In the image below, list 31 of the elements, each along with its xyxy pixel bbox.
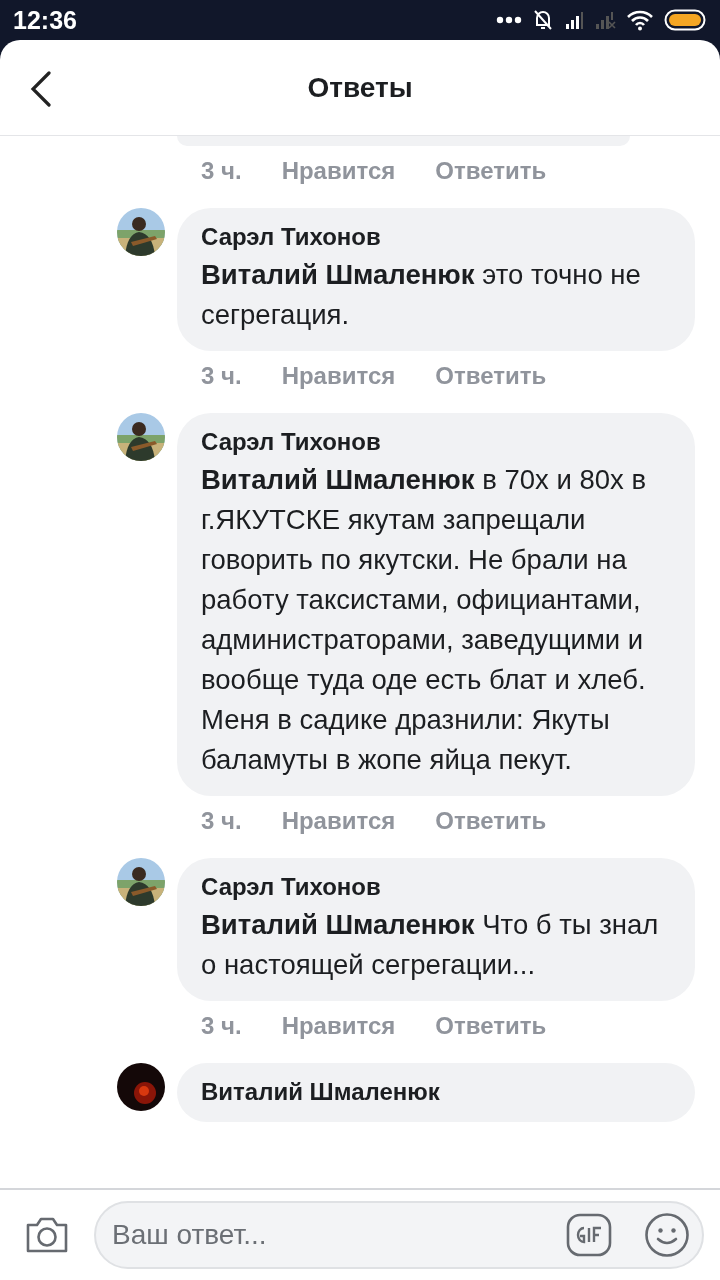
comment-time: 3 ч. [201,807,242,835]
more-icon [496,16,522,24]
emoji-icon[interactable] [644,1212,690,1258]
gif-icon[interactable] [566,1213,612,1257]
comment-author[interactable]: Виталий Шмаленюк [201,1078,671,1106]
comment-text: Виталий Шмаленюк это точно не сегрегация. [201,258,642,332]
comment-author[interactable]: Сарэл Тихонов [201,873,671,901]
comment-time: 3 ч. [201,1012,242,1040]
reply-link[interactable]: Ответить [435,1012,547,1040]
comment-author[interactable]: Сарэл Тихонов [201,428,671,456]
like-link[interactable]: Нравится [281,362,396,390]
comment-text: Виталий Шмаленюк в 70х и 80х в г.ЯКУТСКЕ якутам запрещали говорить по якутски. Не брали на работу таксистами, официантами, администраторами, заведущими и вообще туда оде есть блат и хлеб. Меня в садике дразнили: Якуты баламуты в жопе яйца пекут. [201,463,648,777]
comment-author[interactable]: Сарэл Тихонов [201,223,671,251]
like-link[interactable]: Нравится [281,157,396,185]
comment-time: 3 ч. [201,362,242,390]
no-signal-icon [594,10,616,30]
muted-bell-icon [532,8,554,32]
reply-input[interactable]: Ваш ответ... [94,1201,704,1269]
reply-link[interactable]: Ответить [435,362,547,390]
clock: 12:36 [13,5,77,35]
page-title: Ответы [307,71,413,104]
like-link[interactable]: Нравится [281,807,396,835]
comment-text: Виталий Шмаленюк Что б ты знал о настоящей сегрегации... [201,908,660,982]
like-link[interactable]: Нравится [281,1012,396,1040]
camera-button[interactable] [24,1215,70,1255]
wifi-icon [626,9,654,31]
reply-link[interactable]: Ответить [435,157,547,185]
reply-link[interactable]: Ответить [435,807,547,835]
battery-icon [664,9,706,31]
signal-icon [564,10,584,30]
comment-time: 3 ч. [201,157,242,185]
